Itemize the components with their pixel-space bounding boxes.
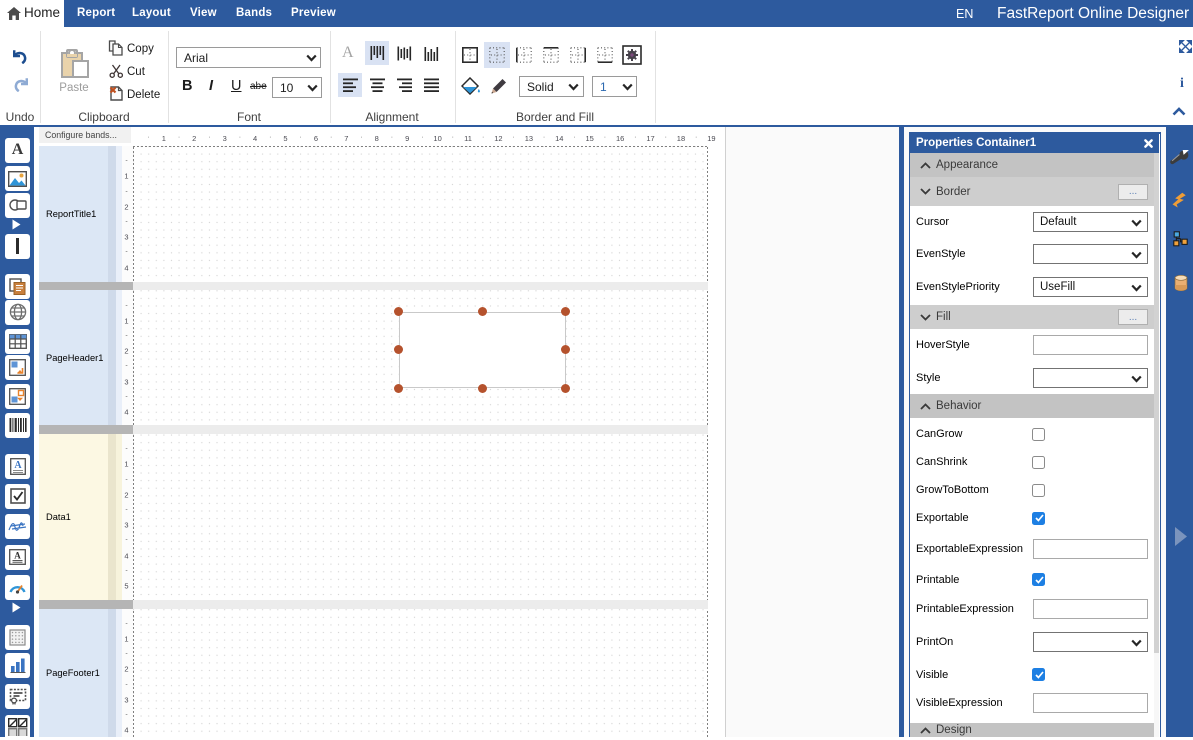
svg-text:A: A [14,551,21,561]
svg-text:A: A [14,460,22,471]
